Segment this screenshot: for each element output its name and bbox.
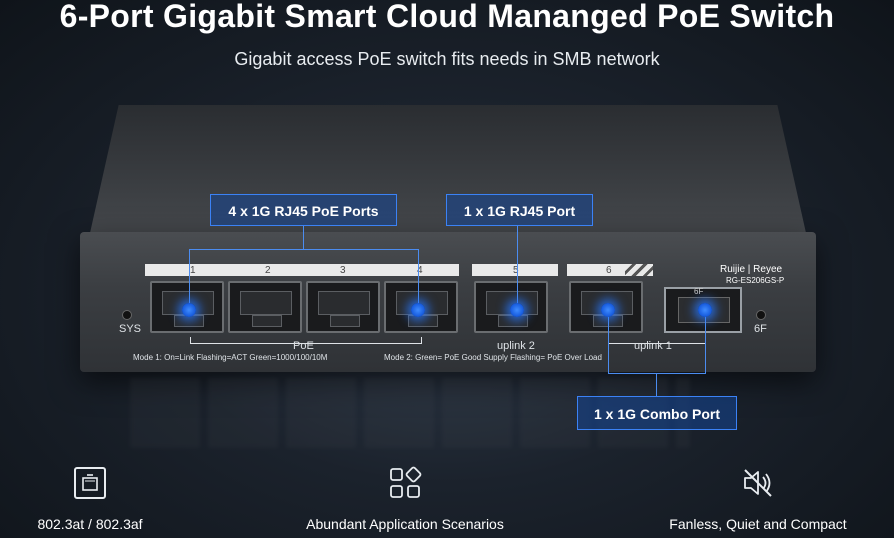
combo-port-callout: 1 x 1G Combo Port (577, 396, 737, 430)
rj45-callout-line (517, 226, 518, 310)
port-number-1: 1 (190, 265, 196, 276)
combo-callout-line-down (656, 373, 657, 397)
sfp-led (756, 310, 766, 320)
feature-fanless-label: Fanless, Quiet and Compact (669, 516, 847, 532)
uplink2-label: uplink 2 (497, 340, 535, 352)
poe-callout-line-left (189, 249, 190, 310)
uplink1-port-highlight (601, 303, 615, 317)
poe-group-label: PoE (293, 340, 314, 352)
rj45-port-highlight (510, 303, 524, 317)
combo-callout-line-right (705, 312, 706, 373)
mode1-legend: Mode 1: On=Link Flashing=ACT Green=1000/… (133, 353, 328, 362)
poe-port-1-highlight (182, 303, 196, 317)
port-number-3: 3 (340, 265, 346, 276)
sfp-led-label: 6F (754, 323, 767, 335)
page-title: 6-Port Gigabit Smart Cloud Mananged PoE … (59, 0, 835, 34)
sys-led (122, 310, 132, 320)
poe-port-3 (306, 281, 380, 333)
poe-callout-line-right (418, 249, 419, 310)
app-grid-icon (388, 466, 422, 500)
poe-port-2 (228, 281, 302, 333)
poe-callout-line-h (189, 249, 419, 250)
feature-applications: Abundant Application Scenarios (290, 466, 520, 532)
brand-logo: Ruijie | Reyee (720, 264, 783, 275)
combo-callout-line-top (608, 373, 706, 374)
feature-fanless: Fanless, Quiet and Compact (658, 466, 858, 532)
poe-callout-line-center (303, 226, 304, 249)
uplink1-label: uplink 1 (634, 340, 672, 352)
feature-poe-label: 802.3at / 802.3af (37, 516, 143, 532)
sfp-port-number: 6F (694, 287, 704, 296)
uplink1-port-strip (567, 264, 625, 276)
combo-callout-line-left (608, 312, 609, 373)
feature-applications-label: Abundant Application Scenarios (306, 516, 504, 532)
port-number-6: 6 (606, 265, 612, 276)
ethernet-port-icon (73, 466, 107, 500)
sys-label: SYS (119, 323, 142, 335)
poe-port-4-highlight (411, 303, 425, 317)
fan-off-icon (741, 466, 775, 500)
mode2-legend: Mode 2: Green= PoE Good Supply Flashing=… (384, 353, 602, 362)
uplink1-strip-stripes (625, 264, 653, 276)
poe-ports-callout: 4 x 1G RJ45 PoE Ports (210, 194, 397, 226)
model-number: RG-ES206GS-P (726, 276, 785, 285)
page-subtitle: Gigabit access PoE switch fits needs in … (234, 49, 660, 69)
feature-poe-standard: 802.3at / 802.3af (20, 466, 160, 532)
port-number-2: 2 (265, 265, 271, 276)
sfp-port-highlight (698, 303, 712, 317)
rj45-port-callout: 1 x 1G RJ45 Port (446, 194, 593, 226)
